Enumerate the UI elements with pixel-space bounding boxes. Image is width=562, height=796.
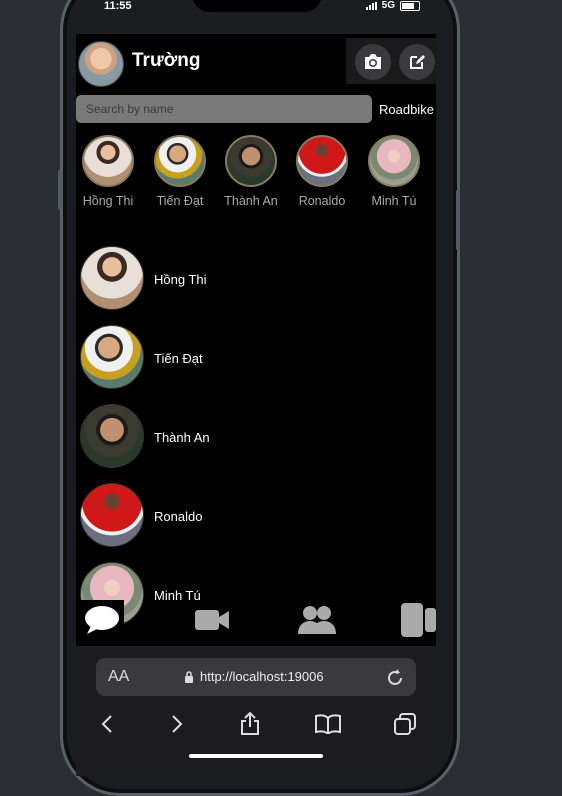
book-icon <box>315 714 341 734</box>
status-right: 5G <box>365 0 420 11</box>
safari-toolbar: AA http://localhost:19006 <box>76 646 436 776</box>
story-avatar <box>82 135 134 187</box>
signal-icon <box>365 1 377 10</box>
story-name: Ronaldo <box>298 194 346 208</box>
contact-avatar <box>80 246 144 310</box>
contact-avatar <box>80 483 144 547</box>
reload-button[interactable] <box>386 667 404 692</box>
tab-stories[interactable] <box>398 600 436 640</box>
side-button-right <box>456 190 460 250</box>
chevron-left-icon <box>101 715 112 733</box>
tabs-button[interactable] <box>389 708 421 740</box>
page-title: Trường <box>132 50 201 71</box>
forward-button[interactable] <box>161 708 193 740</box>
contact-name: Tiến Đạt <box>154 351 203 366</box>
network-label: 5G <box>381 0 395 11</box>
contact-avatar <box>80 325 144 389</box>
app-header: Trường <box>76 34 436 92</box>
address-bar[interactable]: AA http://localhost:19006 <box>96 658 416 696</box>
roadbike-filter[interactable]: Roadbike <box>379 102 434 117</box>
story-name: Thành An <box>224 194 278 208</box>
home-indicator <box>189 754 323 758</box>
url-display[interactable]: http://localhost:19006 <box>184 669 324 684</box>
story-avatar <box>368 135 420 187</box>
conversation-row[interactable]: Tiến Đạt <box>76 325 436 395</box>
back-button[interactable] <box>91 708 123 740</box>
contact-name: Ronaldo <box>154 509 203 524</box>
dynamic-island <box>192 0 322 12</box>
story-name: Minh Tú <box>371 194 417 208</box>
story-item[interactable]: Thành An <box>215 135 287 208</box>
messenger-app: Trường Roadbike Hồng Thi Tiến Đạt Thành <box>76 34 436 646</box>
compose-button[interactable] <box>399 44 435 80</box>
side-button-left-1 <box>58 170 62 210</box>
chat-bubble-icon <box>85 606 119 634</box>
story-name: Hồng Thi <box>82 194 134 208</box>
url-text: http://localhost:19006 <box>200 669 324 684</box>
screen: 11:55 5G Trường Roadbike Hồng Thi <box>76 0 436 776</box>
status-time: 11:55 <box>104 0 132 12</box>
edit-icon <box>410 55 425 69</box>
text-size-button[interactable]: AA <box>108 668 129 686</box>
bottom-tab-bar <box>76 594 436 646</box>
status-bar: 11:55 5G <box>76 0 436 34</box>
share-button[interactable] <box>234 708 266 740</box>
lock-icon <box>185 670 193 683</box>
tabs-icon <box>394 713 416 735</box>
stories-icon <box>401 603 436 637</box>
story-name: Tiến Đạt <box>156 194 204 208</box>
story-avatar <box>154 135 206 187</box>
contact-name: Thành An <box>154 430 210 445</box>
story-item[interactable]: Hồng Thi <box>76 135 144 208</box>
profile-avatar[interactable] <box>78 41 124 87</box>
bookmarks-button[interactable] <box>312 708 344 740</box>
story-item[interactable]: Ronaldo <box>286 135 358 208</box>
story-item[interactable]: Minh Tú <box>358 135 430 208</box>
chevron-right-icon <box>172 715 183 733</box>
story-avatar <box>296 135 348 187</box>
tab-video[interactable] <box>192 600 232 640</box>
contact-avatar <box>80 404 144 468</box>
search-input[interactable] <box>76 95 372 123</box>
conversation-row[interactable]: Hồng Thi <box>76 246 436 316</box>
conversation-row[interactable]: Thành An <box>76 404 436 474</box>
story-avatar <box>225 135 277 187</box>
tab-chats[interactable] <box>80 600 124 640</box>
tab-people[interactable] <box>296 600 338 640</box>
share-icon <box>241 712 259 735</box>
camera-button[interactable] <box>355 44 391 80</box>
stories-row: Hồng Thi Tiến Đạt Thành An Ronaldo Minh … <box>76 135 436 215</box>
story-item[interactable]: Tiến Đạt <box>144 135 216 208</box>
reload-icon <box>388 669 402 685</box>
people-icon <box>298 606 336 634</box>
contact-name: Hồng Thi <box>154 272 207 287</box>
browser-nav <box>76 708 436 740</box>
camera-icon <box>365 54 381 69</box>
video-camera-icon <box>195 610 229 630</box>
battery-icon <box>400 0 420 11</box>
conversation-row[interactable]: Ronaldo <box>76 483 436 553</box>
